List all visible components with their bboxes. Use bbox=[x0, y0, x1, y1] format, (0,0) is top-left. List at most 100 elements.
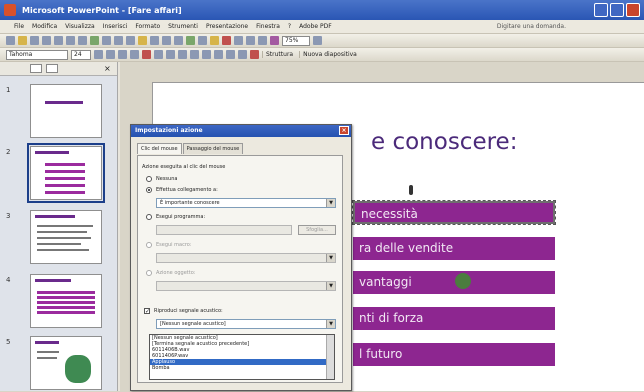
expand-all-icon[interactable] bbox=[234, 36, 243, 45]
chevron-down-icon[interactable]: ▼ bbox=[326, 282, 335, 290]
permission-icon[interactable] bbox=[42, 36, 51, 45]
object-action-select[interactable]: ▼ bbox=[156, 281, 336, 291]
chevron-down-icon[interactable]: ▼ bbox=[326, 320, 335, 328]
slide-bar[interactable]: vantaggi bbox=[353, 271, 555, 294]
thumbnail-row[interactable]: 5 bbox=[6, 336, 110, 392]
print-preview-icon[interactable] bbox=[78, 36, 87, 45]
bullets-icon[interactable] bbox=[190, 50, 199, 59]
zoom-select[interactable]: 75% bbox=[282, 35, 310, 46]
slide-thumbnail[interactable] bbox=[30, 274, 102, 328]
browse-button[interactable]: Sfoglia... bbox=[298, 225, 336, 235]
bold-icon[interactable] bbox=[94, 50, 103, 59]
slide-bar[interactable]: necessità bbox=[352, 200, 556, 225]
format-painter-icon[interactable] bbox=[150, 36, 159, 45]
print-icon[interactable] bbox=[66, 36, 75, 45]
slide-thumbnail[interactable] bbox=[30, 84, 102, 138]
menu-tools[interactable]: Strumenti bbox=[168, 23, 198, 30]
thumbnail-row[interactable]: 2 bbox=[6, 143, 110, 203]
slide-bar[interactable]: nti di forza bbox=[353, 307, 555, 330]
grid-icon[interactable] bbox=[258, 36, 267, 45]
menu-file[interactable]: File bbox=[14, 23, 24, 30]
undo-icon[interactable] bbox=[162, 36, 171, 45]
cut-icon[interactable] bbox=[114, 36, 123, 45]
show-formatting-icon[interactable] bbox=[246, 36, 255, 45]
macro-select[interactable]: ▼ bbox=[156, 253, 336, 263]
menu-format[interactable]: Formato bbox=[135, 23, 160, 30]
slide-thumbnail-selected[interactable] bbox=[27, 143, 105, 203]
hyperlink-select[interactable]: È importante conoscere ▼ bbox=[156, 198, 336, 208]
slides-tab[interactable] bbox=[46, 64, 58, 73]
font-color-icon[interactable] bbox=[250, 50, 259, 59]
radio-hyperlink[interactable] bbox=[146, 187, 152, 193]
close-button[interactable] bbox=[626, 3, 640, 17]
decrease-indent-icon[interactable] bbox=[226, 50, 235, 59]
email-icon[interactable] bbox=[54, 36, 63, 45]
slide-title[interactable]: e conoscere: bbox=[371, 129, 517, 155]
play-sound-checkbox[interactable]: ✓ bbox=[144, 308, 150, 315]
tables-borders-icon[interactable] bbox=[210, 36, 219, 45]
tab-mouse-over[interactable]: Passaggio del mouse bbox=[182, 143, 244, 154]
decrease-font-icon[interactable] bbox=[214, 50, 223, 59]
menu-insert[interactable]: Inserisci bbox=[103, 23, 128, 30]
color-grayscale-icon[interactable] bbox=[270, 36, 279, 45]
font-select[interactable]: Tahoma bbox=[6, 49, 68, 60]
menu-adobe-pdf[interactable]: Adobe PDF bbox=[299, 23, 332, 30]
slide-bar[interactable]: ra delle vendite bbox=[353, 237, 555, 260]
numbering-icon[interactable] bbox=[178, 50, 187, 59]
menu-slideshow[interactable]: Presentazione bbox=[206, 23, 248, 30]
slide-bar[interactable]: l futuro bbox=[353, 343, 555, 366]
chevron-down-icon[interactable]: ▼ bbox=[326, 254, 335, 262]
align-center-icon[interactable] bbox=[154, 50, 163, 59]
thumbnail-row[interactable]: 4 bbox=[6, 274, 110, 330]
thumbnail-row[interactable]: 1 bbox=[6, 84, 110, 140]
shadow-icon[interactable] bbox=[130, 50, 139, 59]
research-icon[interactable] bbox=[102, 36, 111, 45]
close-pane-icon[interactable]: × bbox=[104, 64, 111, 73]
help-icon[interactable] bbox=[313, 36, 322, 45]
insert-table-icon[interactable] bbox=[198, 36, 207, 45]
save-icon[interactable] bbox=[30, 36, 39, 45]
italic-icon[interactable] bbox=[106, 50, 115, 59]
font-size-select[interactable]: 24 bbox=[71, 49, 91, 60]
tab-mouse-click[interactable]: Clic del mouse bbox=[137, 143, 182, 154]
slide-thumbnail[interactable] bbox=[30, 210, 102, 264]
rotation-handle[interactable] bbox=[409, 185, 413, 195]
align-left-icon[interactable] bbox=[142, 50, 151, 59]
radio-run-macro[interactable] bbox=[146, 242, 152, 248]
sound-select[interactable]: [Nessun segnale acustico] ▼ bbox=[156, 319, 336, 329]
sound-option[interactable]: Bomba bbox=[150, 365, 334, 371]
minimize-button[interactable] bbox=[594, 3, 608, 17]
redo-icon[interactable] bbox=[174, 36, 183, 45]
open-icon[interactable] bbox=[18, 36, 27, 45]
outline-tab[interactable] bbox=[30, 64, 42, 73]
increase-indent-icon[interactable] bbox=[238, 50, 247, 59]
new-slide-button[interactable]: Nuova diapositiva bbox=[299, 51, 360, 58]
paste-icon[interactable] bbox=[138, 36, 147, 45]
align-right-icon[interactable] bbox=[166, 50, 175, 59]
dropdown-scrollbar[interactable] bbox=[326, 335, 334, 379]
help-search-box[interactable]: Digitare una domanda. bbox=[497, 23, 566, 30]
new-icon[interactable] bbox=[6, 36, 15, 45]
program-path-input[interactable] bbox=[156, 225, 292, 235]
menu-window[interactable]: Finestra bbox=[256, 23, 280, 30]
maximize-button[interactable] bbox=[610, 3, 624, 17]
design-button[interactable]: Struttura bbox=[262, 51, 296, 58]
insert-chart-icon[interactable] bbox=[186, 36, 195, 45]
underline-icon[interactable] bbox=[118, 50, 127, 59]
menu-help[interactable]: ? bbox=[288, 23, 291, 30]
slide-thumbnail[interactable] bbox=[30, 336, 102, 390]
radio-none[interactable] bbox=[146, 176, 152, 182]
increase-font-icon[interactable] bbox=[202, 50, 211, 59]
spelling-icon[interactable] bbox=[90, 36, 99, 45]
thumb-text bbox=[37, 237, 91, 239]
radio-object-action[interactable] bbox=[146, 270, 152, 276]
radio-run-program[interactable] bbox=[146, 214, 152, 220]
dialog-close-button[interactable]: × bbox=[339, 126, 349, 135]
menu-edit[interactable]: Modifica bbox=[32, 23, 57, 30]
insert-hyperlink-icon[interactable] bbox=[222, 36, 231, 45]
thumbnail-row[interactable]: 3 bbox=[6, 210, 110, 266]
copy-icon[interactable] bbox=[126, 36, 135, 45]
slide-number: 1 bbox=[6, 86, 11, 94]
chevron-down-icon[interactable]: ▼ bbox=[326, 199, 335, 207]
menu-view[interactable]: Visualizza bbox=[65, 23, 95, 30]
